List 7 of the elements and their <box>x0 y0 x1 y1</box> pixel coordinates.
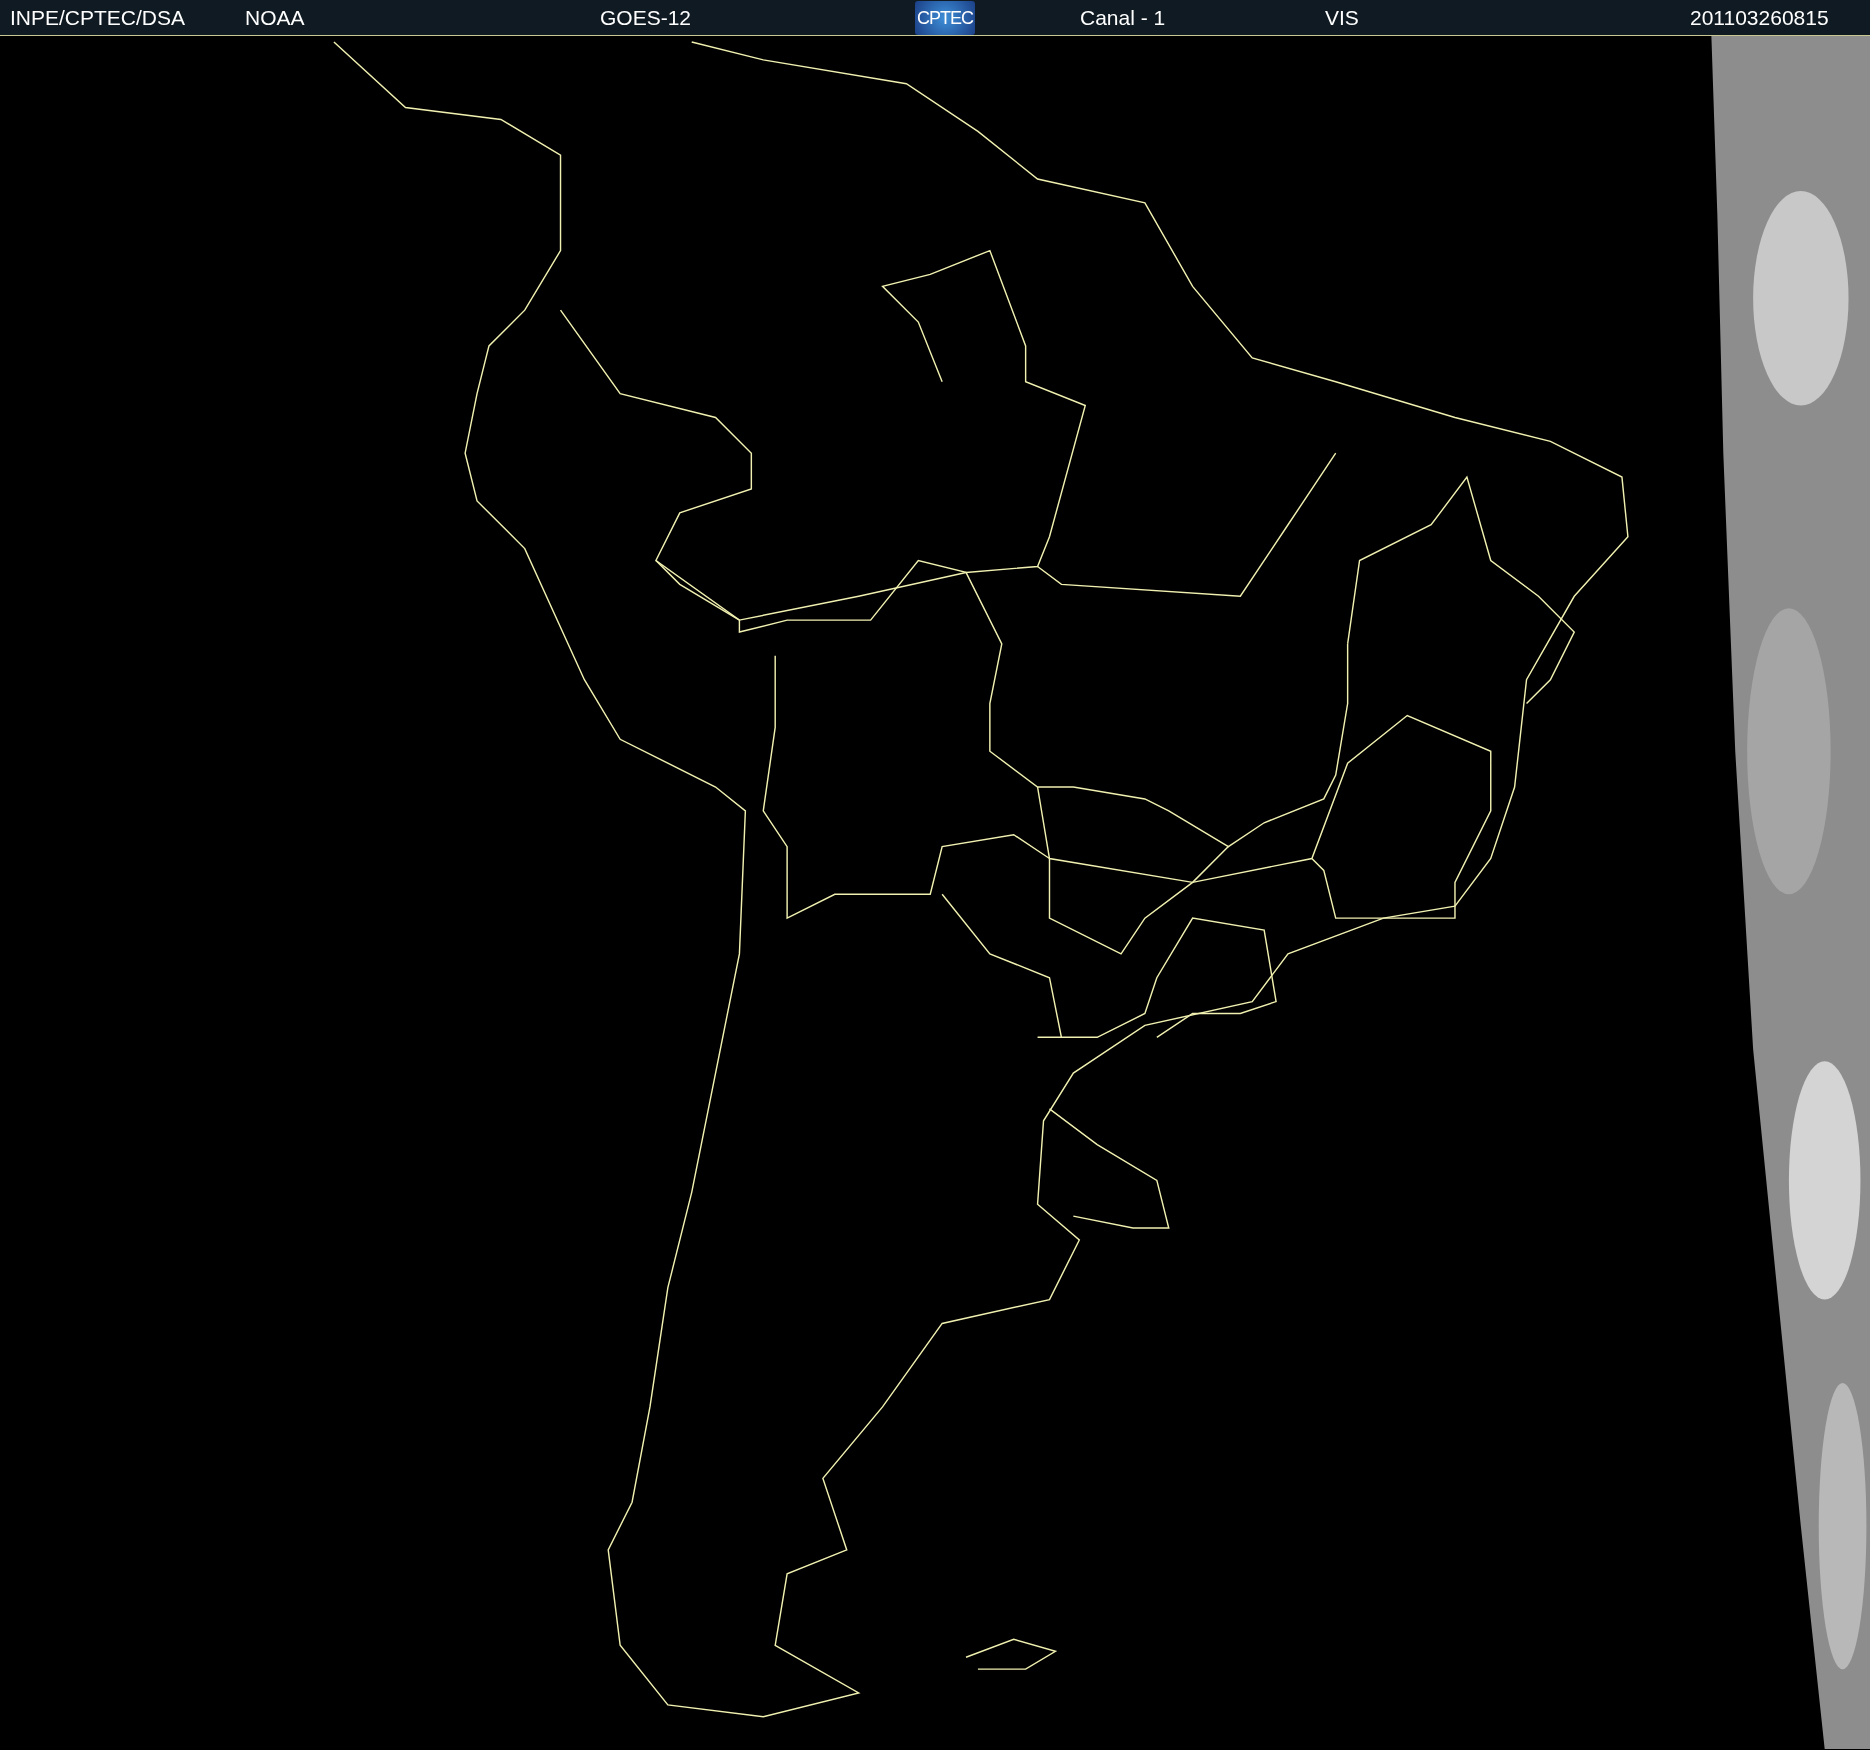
channel-label: Canal - 1 <box>1080 5 1166 30</box>
band-label: VIS <box>1325 5 1359 30</box>
timestamp-label: 201103260815 <box>1690 5 1829 30</box>
source-label: INPE/CPTEC/DSA <box>10 5 186 30</box>
logo: CPTEC <box>915 0 975 35</box>
agency-label: NOAA <box>245 5 305 30</box>
satellite-label: GOES-12 <box>600 5 692 30</box>
